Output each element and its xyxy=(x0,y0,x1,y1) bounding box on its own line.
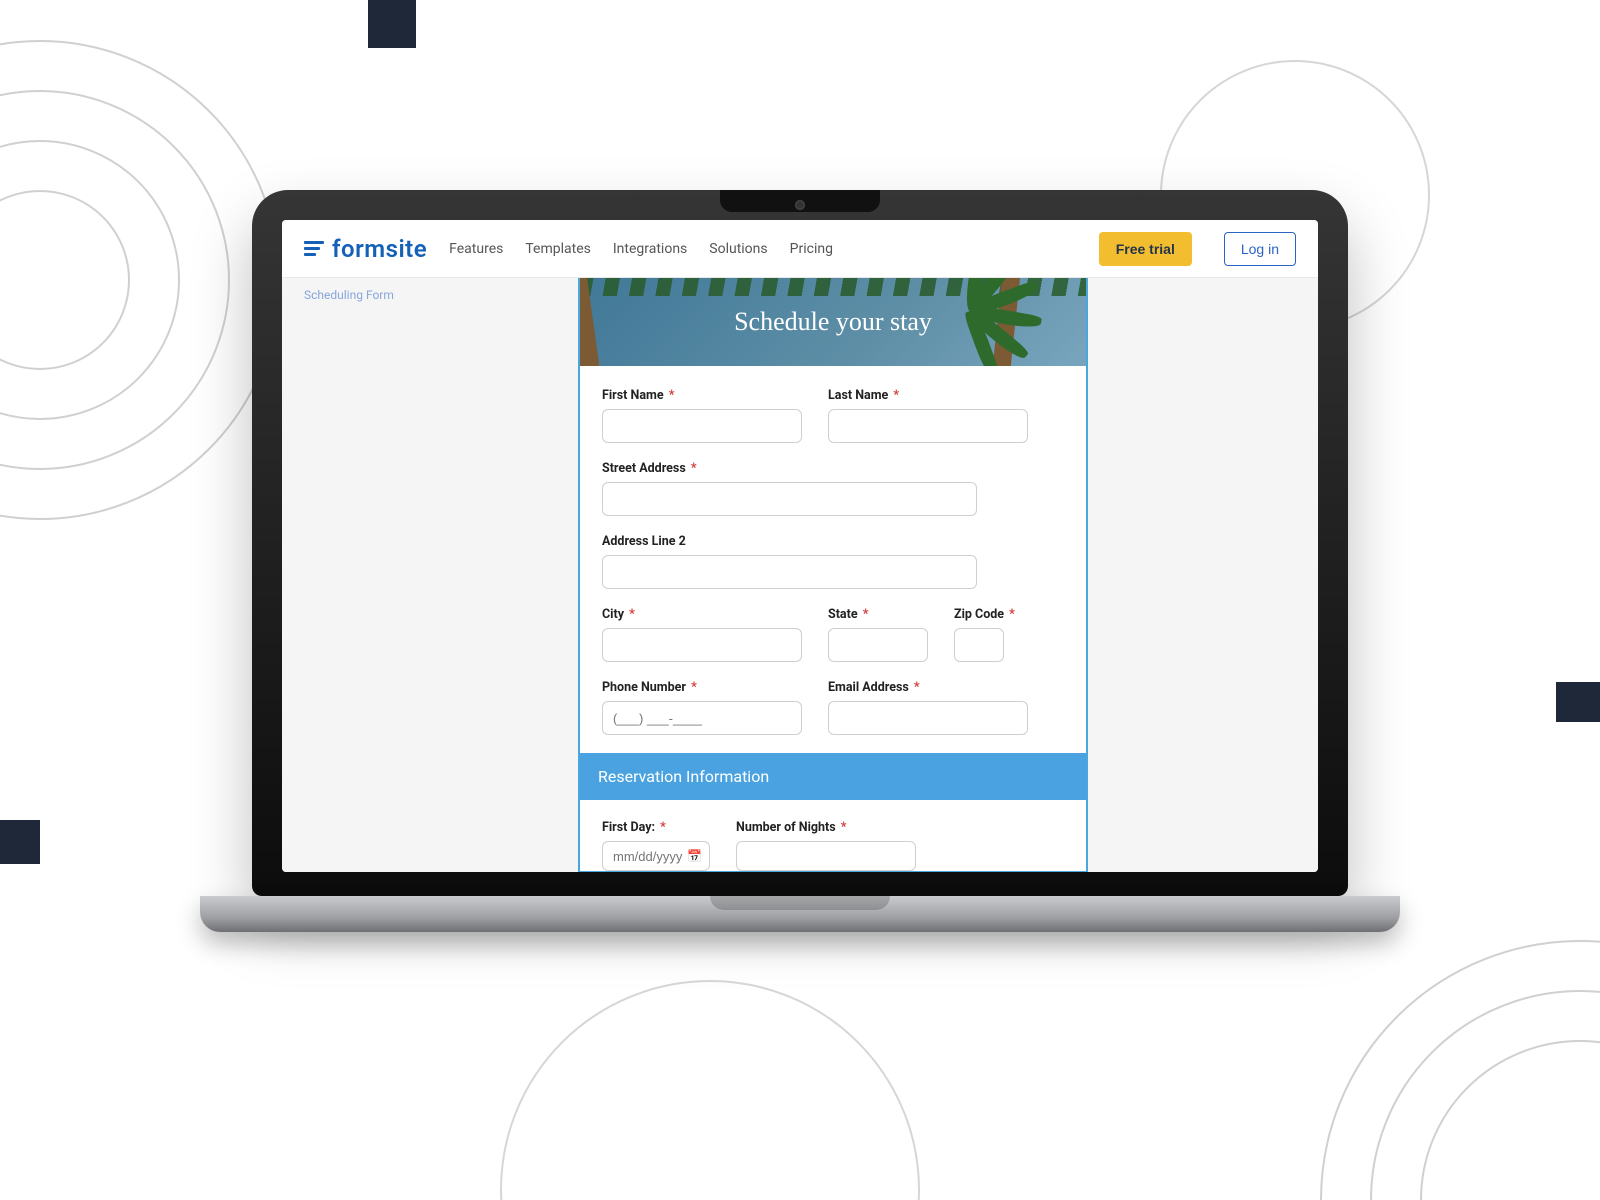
decor-square-top xyxy=(368,0,416,48)
city-input[interactable] xyxy=(602,628,802,662)
form-preview: Schedule your stay First Name * Last Nam… xyxy=(578,278,1088,872)
label-nights: Number of Nights xyxy=(736,820,836,835)
sidebar-current-item[interactable]: Scheduling Form xyxy=(304,288,394,302)
nav-integrations[interactable]: Integrations xyxy=(613,241,687,257)
first-name-input[interactable] xyxy=(602,409,802,443)
label-email: Email Address xyxy=(828,680,909,695)
email-input[interactable] xyxy=(828,701,1028,735)
nav-pricing[interactable]: Pricing xyxy=(790,241,833,257)
free-trial-button[interactable]: Free trial xyxy=(1099,232,1192,266)
brand-logo[interactable]: formsite xyxy=(304,235,427,263)
primary-nav: Features Templates Integrations Solution… xyxy=(449,241,833,257)
form-hero-title: Schedule your stay xyxy=(734,307,932,337)
brand-name: formsite xyxy=(332,235,427,263)
form-hero: Schedule your stay xyxy=(580,278,1086,366)
login-button[interactable]: Log in xyxy=(1224,232,1296,266)
label-city: City xyxy=(602,607,624,622)
label-last-name: Last Name xyxy=(828,388,888,403)
street2-input[interactable] xyxy=(602,555,977,589)
label-phone: Phone Number xyxy=(602,680,686,695)
label-street: Street Address xyxy=(602,461,686,476)
required-mark: * xyxy=(669,388,675,403)
laptop-base xyxy=(200,896,1400,932)
logo-icon xyxy=(304,241,324,256)
nights-input[interactable] xyxy=(736,841,916,871)
section-reservation-header: Reservation Information xyxy=(580,753,1086,800)
zip-input[interactable] xyxy=(954,628,1004,662)
bg-circle-bottom-middle xyxy=(500,980,920,1200)
camera-icon xyxy=(795,200,805,210)
decor-square-left xyxy=(0,820,40,864)
site-header: formsite Features Templates Integrations… xyxy=(282,220,1318,278)
label-first-day: First Day: xyxy=(602,820,655,835)
state-input[interactable] xyxy=(828,628,928,662)
phone-input[interactable] xyxy=(602,701,802,735)
label-zip: Zip Code xyxy=(954,607,1004,622)
decor-square-right xyxy=(1556,682,1600,722)
label-street2: Address Line 2 xyxy=(602,534,686,549)
laptop-mockup: formsite Features Templates Integrations… xyxy=(252,190,1348,960)
last-name-input[interactable] xyxy=(828,409,1028,443)
nav-solutions[interactable]: Solutions xyxy=(709,241,767,257)
nav-templates[interactable]: Templates xyxy=(525,241,591,257)
calendar-icon[interactable]: 📅 xyxy=(687,849,702,863)
bg-circles-top-left xyxy=(0,40,280,520)
page-body: Scheduling Form Schedule your stay First… xyxy=(282,278,1318,872)
label-first-name: First Name xyxy=(602,388,664,403)
label-state: State xyxy=(828,607,858,622)
laptop-screen: formsite Features Templates Integrations… xyxy=(282,220,1318,872)
street-input[interactable] xyxy=(602,482,977,516)
nav-features[interactable]: Features xyxy=(449,241,503,257)
bg-circles-bottom-right xyxy=(1320,940,1600,1200)
